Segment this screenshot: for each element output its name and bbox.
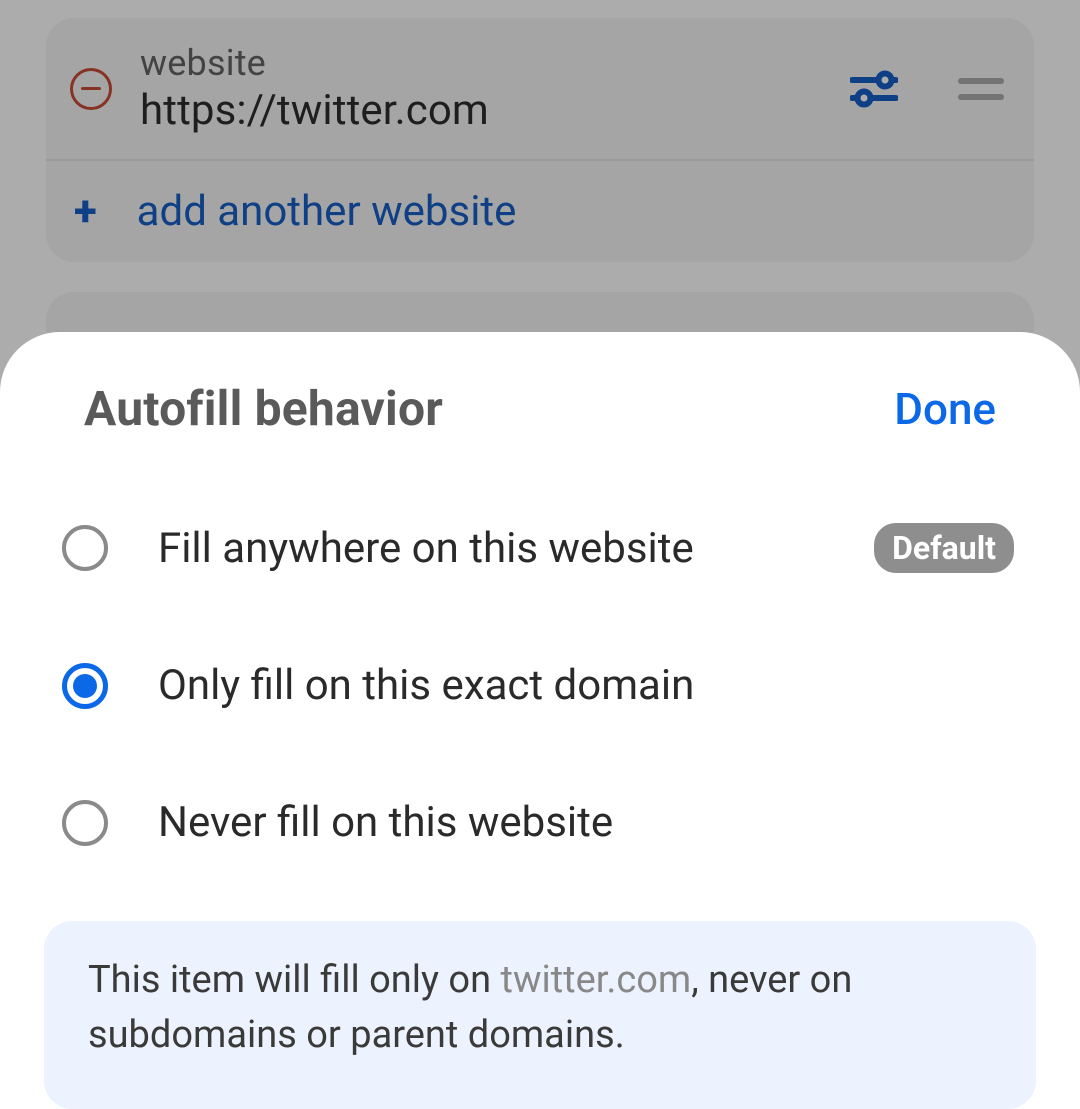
info-domain: twitter.com [501, 958, 692, 1002]
autofill-options: Fill anywhere on this website Default On… [44, 523, 1036, 847]
sheet-header: Autofill behavior Done [44, 380, 1036, 437]
sheet-title: Autofill behavior [84, 380, 443, 437]
radio-unselected-icon [62, 800, 108, 846]
info-message: This item will fill only on twitter.com,… [44, 921, 1036, 1109]
autofill-behavior-sheet: Autofill behavior Done Fill anywhere on … [0, 332, 1080, 1075]
option-fill-anywhere[interactable]: Fill anywhere on this website Default [62, 523, 1014, 573]
radio-unselected-icon [62, 525, 108, 571]
radio-selected-icon [62, 663, 108, 709]
done-button[interactable]: Done [894, 383, 996, 435]
info-text-prefix: This item will fill only on [88, 958, 501, 1002]
option-never-fill[interactable]: Never fill on this website [62, 798, 1014, 847]
option-label: Never fill on this website [158, 798, 1014, 847]
default-badge: Default [874, 523, 1014, 573]
option-exact-domain[interactable]: Only fill on this exact domain [62, 661, 1014, 710]
option-label: Fill anywhere on this website [158, 524, 824, 573]
option-label: Only fill on this exact domain [158, 661, 1014, 710]
